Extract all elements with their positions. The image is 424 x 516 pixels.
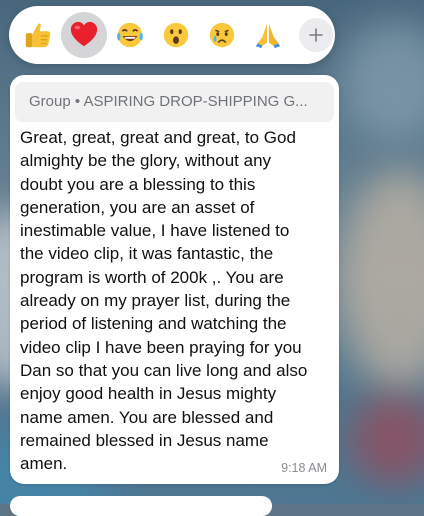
reaction-folded-hands[interactable]: [245, 12, 291, 58]
reaction-thumbs-up[interactable]: [15, 12, 61, 58]
message-line: period of listening and watching the: [20, 314, 287, 334]
message-line: the video clip, it was fantastic, the: [20, 244, 274, 264]
message-line: name amen. You are blessed and: [20, 407, 274, 427]
surprised-face-icon: [163, 22, 189, 48]
reaction-heart[interactable]: [61, 12, 107, 58]
message-line: video clip I have been praying for you: [20, 337, 302, 357]
reaction-tears-of-joy[interactable]: [107, 12, 153, 58]
quoted-message-header[interactable]: Group • ASPIRING DROP-SHIPPING G...: [15, 82, 334, 122]
message-line: almighty be the glory, without any: [20, 151, 272, 171]
message-line: doubt you are a blessing to this: [20, 174, 256, 194]
tears-of-joy-icon: [117, 22, 143, 48]
thumbs-up-icon: [25, 23, 51, 48]
add-reaction-button[interactable]: [299, 18, 333, 52]
message-line: remained blessed in Jesus name: [20, 430, 269, 450]
crying-face-icon: [209, 22, 235, 48]
message-line: Dan so that you can live long and also: [20, 360, 308, 380]
folded-hands-icon: [255, 23, 281, 49]
message-line: enjoy good health in Jesus mighty: [20, 384, 277, 404]
message-line: Great, great, great and great, to God: [20, 128, 296, 147]
reaction-crying[interactable]: [199, 12, 245, 58]
reaction-bar: [9, 6, 335, 64]
message-timestamp: 9:18 AM: [281, 461, 327, 475]
reaction-surprised[interactable]: [153, 12, 199, 58]
next-message-bubble: [10, 496, 272, 516]
message-line: program is worth of 200k ,. You are: [20, 267, 284, 287]
message-line: inestimable value, I have listened to: [20, 221, 290, 241]
plus-icon: [309, 28, 323, 42]
message-line: already on my prayer list, during the: [20, 291, 291, 311]
message-bubble[interactable]: Group • ASPIRING DROP-SHIPPING G... Grea…: [10, 75, 339, 484]
red-heart-icon: [70, 21, 98, 47]
message-line: generation, you are an asset of: [20, 197, 255, 217]
message-text: Great, great, great and great, to God al…: [20, 126, 336, 475]
